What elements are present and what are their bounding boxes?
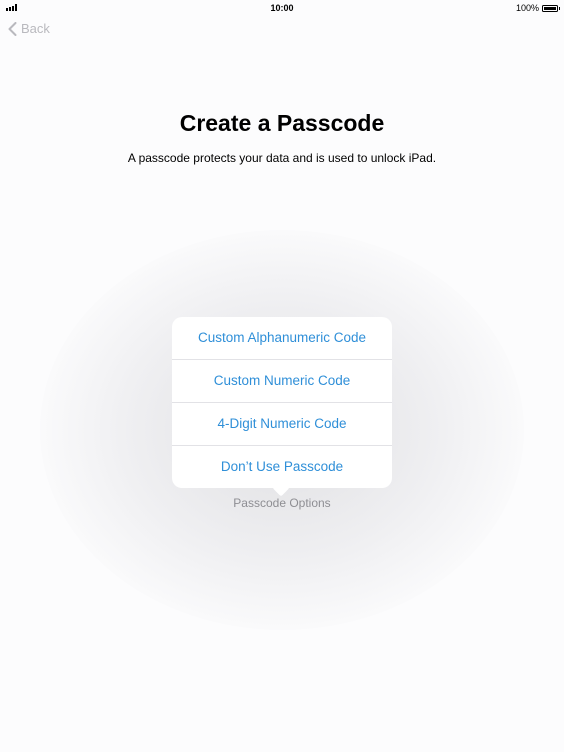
status-bar: 10:00 100% [0, 0, 564, 16]
option-custom-alphanumeric[interactable]: Custom Alphanumeric Code [172, 317, 392, 360]
setup-screen: 10:00 100% Back Create a Passcode A pass… [0, 0, 564, 752]
option-custom-numeric[interactable]: Custom Numeric Code [172, 360, 392, 403]
option-dont-use-passcode[interactable]: Don’t Use Passcode [172, 446, 392, 488]
status-right: 100% [515, 3, 560, 13]
page-title: Create a Passcode [179, 110, 385, 136]
back-button[interactable]: Back [8, 21, 50, 36]
back-label: Back [21, 21, 50, 36]
status-time: 10:00 [270, 3, 294, 13]
battery-icon [542, 4, 560, 12]
page-subtitle: A passcode protects your data and is use… [127, 151, 437, 165]
option-4-digit-numeric[interactable]: 4-Digit Numeric Code [172, 403, 392, 446]
chevron-left-icon [8, 21, 17, 36]
passcode-options-popover: Custom Alphanumeric Code Custom Numeric … [172, 317, 392, 488]
passcode-options-button[interactable]: Passcode Options [172, 496, 392, 510]
battery-percent: 100% [515, 3, 539, 13]
